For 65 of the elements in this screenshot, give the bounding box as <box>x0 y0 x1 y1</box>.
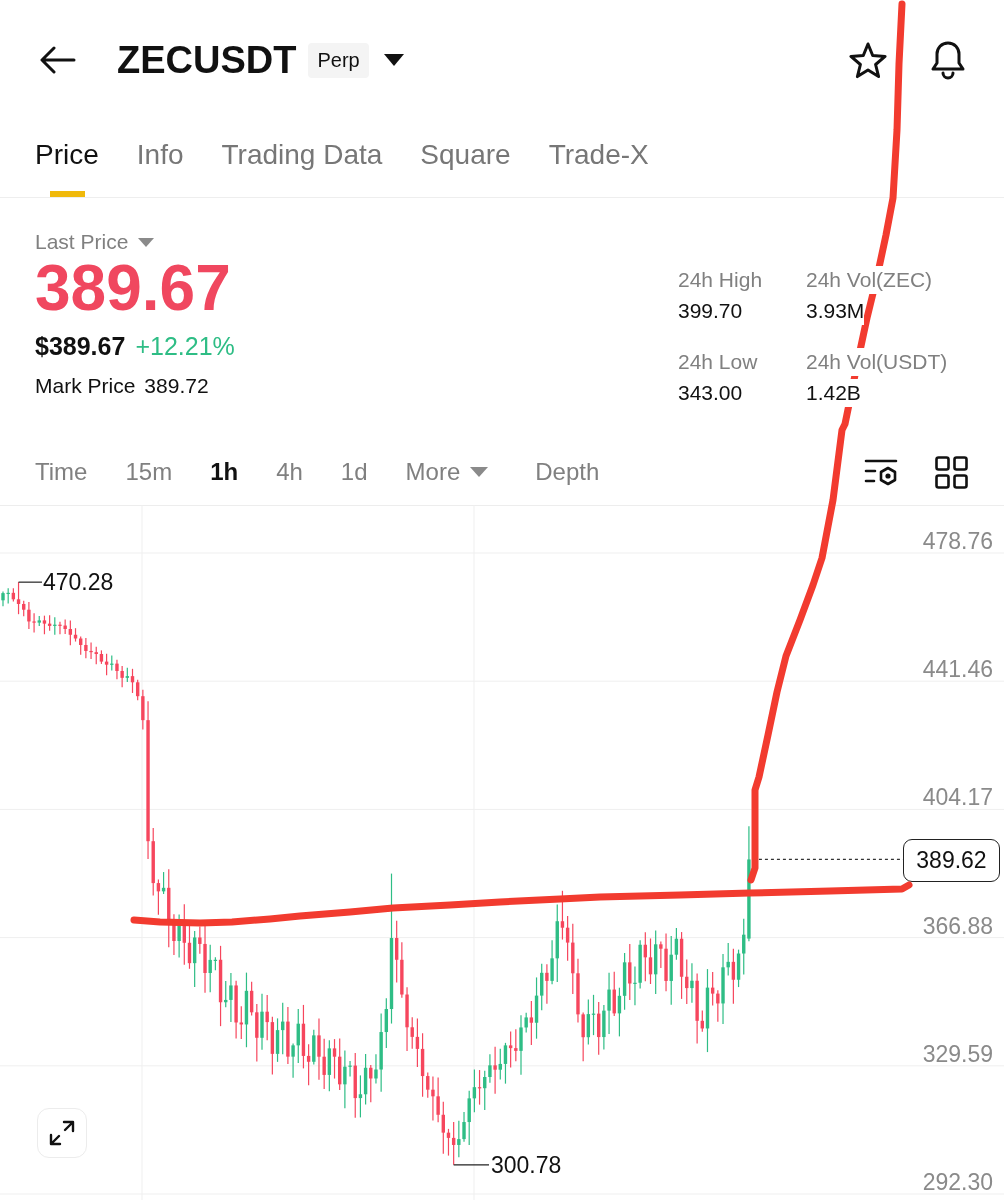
rising-candle <box>312 1029 316 1065</box>
high-price-marker: 470.28 <box>43 569 114 596</box>
falling-candle <box>286 1006 290 1065</box>
tab[interactable]: Trade-X <box>548 120 649 197</box>
falling-candle <box>493 1046 497 1095</box>
rising-candle <box>110 654 114 672</box>
price-axis-label: 404.17 <box>922 784 993 811</box>
interval-tab[interactable]: More <box>405 458 489 486</box>
back-arrow-icon[interactable] <box>40 46 76 74</box>
falling-candle <box>545 963 549 1005</box>
mark-price-value: 389.72 <box>144 374 209 398</box>
rising-candle <box>327 1039 332 1092</box>
interval-tab[interactable]: 1h <box>210 458 239 486</box>
expand-icon <box>48 1119 76 1147</box>
bell-icon[interactable] <box>930 40 966 80</box>
rising-candle <box>260 993 264 1051</box>
leader-line <box>453 1164 490 1166</box>
rising-candle <box>37 615 41 627</box>
rising-candle <box>654 930 658 995</box>
expand-button[interactable] <box>37 1108 87 1158</box>
falling-candle <box>477 1069 482 1106</box>
falling-candle <box>353 1052 357 1119</box>
star-icon[interactable] <box>848 41 888 79</box>
rising-candle <box>125 667 129 683</box>
rising-candle <box>53 616 57 636</box>
rising-candle <box>192 930 197 988</box>
stat-label: 24h Vol(USDT) <box>806 348 948 376</box>
stat-value: 1.42B <box>806 379 861 407</box>
last-price: 389.67 <box>35 256 232 320</box>
settings-icon[interactable] <box>864 457 898 487</box>
contract-type-badge: Perp <box>308 42 369 78</box>
falling-candle <box>612 971 616 1017</box>
interval-tab[interactable]: Depth <box>535 458 600 486</box>
current-price-label: 389.62 <box>903 839 1000 882</box>
caret-icon[interactable] <box>383 54 404 66</box>
tab[interactable]: Trading Data <box>221 120 383 197</box>
price-axis-label: 292.30 <box>922 1169 993 1195</box>
rising-candle <box>161 871 166 895</box>
price-change: +12.21% <box>135 331 235 361</box>
tab[interactable]: Price <box>35 120 99 197</box>
falling-candle <box>597 1001 601 1056</box>
grid-icon[interactable] <box>935 455 968 489</box>
interval-tab[interactable]: Time <box>35 458 88 486</box>
falling-candle <box>529 1000 534 1046</box>
falling-candle <box>628 943 632 1001</box>
caret-icon <box>470 467 489 477</box>
usd-price: $389.67 <box>35 331 126 361</box>
price-axis-label: 478.76 <box>922 528 993 554</box>
price-axis-label: 366.88 <box>922 912 993 939</box>
tab[interactable]: Info <box>136 120 184 197</box>
symbol-title: ZECUSDT <box>117 38 297 82</box>
price-axis-label: 329.59 <box>922 1040 993 1067</box>
leader-line <box>17 581 43 583</box>
last-price-label: Last Price <box>35 230 129 254</box>
low-price-marker: 300.78 <box>491 1151 562 1178</box>
falling-candle <box>731 948 736 1005</box>
stat-label: 24h Vol(ZEC) <box>806 266 933 294</box>
mark-price-label: Mark Price <box>35 374 136 398</box>
interval-tab[interactable]: 1d <box>340 458 368 486</box>
interval-tab[interactable]: 15m <box>125 458 173 486</box>
rising-candle <box>690 962 694 1004</box>
falling-candle <box>369 1064 373 1103</box>
interval-tab[interactable]: 4h <box>276 458 303 486</box>
tab[interactable]: Square <box>420 120 511 197</box>
price-axis-label: 441.46 <box>922 656 993 683</box>
